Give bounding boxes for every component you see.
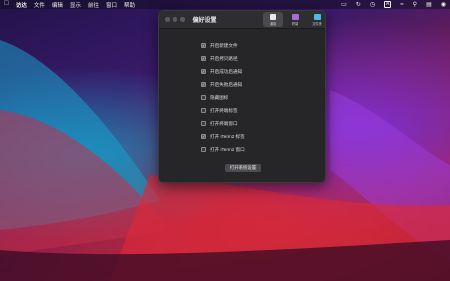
screen-mirror-icon[interactable]: ▭ bbox=[341, 2, 347, 8]
time-machine-icon[interactable]: ↻ bbox=[356, 2, 361, 8]
tab-folder-label: 文件夹 bbox=[312, 21, 322, 26]
keyboard-input-icon[interactable]: A bbox=[384, 1, 392, 8]
option-label: 打开终端标签 bbox=[210, 107, 238, 113]
checkbox[interactable]: ✓ bbox=[201, 43, 206, 48]
checkbox[interactable] bbox=[201, 147, 206, 152]
option-label: 打开 iTerm2 窗口 bbox=[210, 146, 245, 152]
option-label: 隐藏图标 bbox=[210, 94, 229, 100]
option-terminal-tab[interactable]: 打开终端标签 bbox=[201, 104, 325, 117]
apple-logo-icon[interactable]:  bbox=[4, 1, 9, 8]
traffic-lights bbox=[165, 17, 185, 22]
tab-terminal-label: 终端 bbox=[291, 21, 299, 26]
checkbox[interactable]: ✓ bbox=[201, 134, 206, 139]
wifi-icon[interactable]: ≈ bbox=[400, 2, 403, 8]
menu-view[interactable]: 显示 bbox=[70, 1, 81, 9]
checkbox[interactable]: ✓ bbox=[201, 56, 206, 61]
window-title: 偏好设置 bbox=[192, 18, 217, 24]
minimize-window-button[interactable] bbox=[172, 17, 177, 22]
clock-icon[interactable]: ◷ bbox=[370, 2, 375, 8]
window-titlebar: 偏好设置 通用 终端 文件夹 bbox=[159, 11, 325, 29]
close-window-button[interactable] bbox=[165, 17, 170, 22]
checkbox[interactable] bbox=[201, 121, 206, 126]
toolbar-tabs: 通用 终端 文件夹 bbox=[263, 12, 325, 27]
checkbox[interactable]: ✓ bbox=[201, 82, 206, 87]
option-label: 打开 iTerm2 标签 bbox=[210, 133, 245, 139]
option-iterm2-window[interactable]: 打开 iTerm2 窗口 bbox=[201, 143, 325, 156]
tab-folder[interactable]: 文件夹 bbox=[307, 12, 325, 27]
option-iterm2-tab[interactable]: ✓ 打开 iTerm2 标签 bbox=[201, 130, 325, 143]
option-label: 开启拷贝路径 bbox=[210, 55, 238, 61]
option-terminal-window[interactable]: 打开终端窗口 bbox=[201, 117, 325, 130]
checkbox[interactable]: ✓ bbox=[201, 69, 206, 74]
checkbox[interactable] bbox=[201, 95, 206, 100]
option-notify-success[interactable]: ✓ 开启成功后通知 bbox=[201, 65, 325, 78]
option-notify-failure[interactable]: ✓ 开启失败后通知 bbox=[201, 78, 325, 91]
preferences-window: 偏好设置 通用 终端 文件夹 ✓ 开启新建文件 ✓ 开启拷贝路径 ✓ 开启成功后… bbox=[158, 10, 326, 183]
options-list: ✓ 开启新建文件 ✓ 开启拷贝路径 ✓ 开启成功后通知 ✓ 开启失败后通知 隐藏… bbox=[159, 29, 325, 156]
checkbox[interactable] bbox=[201, 108, 206, 113]
tab-terminal[interactable]: 终端 bbox=[285, 12, 305, 27]
tab-general[interactable]: 通用 bbox=[263, 12, 283, 27]
option-new-file[interactable]: ✓ 开启新建文件 bbox=[201, 39, 325, 52]
control-center-icon[interactable]: ▤ bbox=[426, 2, 432, 8]
menu-bar:  访达 文件 编辑 显示 前往 窗口 帮助 ▭ ↻ ◷ A ≈ ⚲ ▤ ◉ bbox=[0, 0, 450, 9]
option-copy-path[interactable]: ✓ 开启拷贝路径 bbox=[201, 52, 325, 65]
terminal-icon bbox=[291, 13, 299, 20]
open-system-settings-button[interactable]: 打开系统设置 bbox=[225, 164, 261, 172]
option-label: 开启新建文件 bbox=[210, 42, 238, 48]
option-label: 开启成功后通知 bbox=[210, 68, 243, 74]
menu-help[interactable]: 帮助 bbox=[124, 1, 135, 9]
tab-general-label: 通用 bbox=[269, 21, 277, 26]
option-hide-icon[interactable]: 隐藏图标 bbox=[201, 91, 325, 104]
siri-icon[interactable]: ◉ bbox=[441, 2, 446, 8]
menu-finder[interactable]: 访达 bbox=[16, 1, 27, 9]
search-icon[interactable]: ⚲ bbox=[413, 2, 417, 8]
menu-edit[interactable]: 编辑 bbox=[52, 1, 63, 9]
folder-icon bbox=[313, 13, 321, 20]
zoom-window-button[interactable] bbox=[180, 17, 185, 22]
menu-window[interactable]: 窗口 bbox=[106, 1, 117, 9]
menu-go[interactable]: 前往 bbox=[88, 1, 99, 9]
option-label: 打开终端窗口 bbox=[210, 120, 238, 126]
option-label: 开启失败后通知 bbox=[210, 81, 243, 87]
general-icon bbox=[270, 13, 276, 20]
menu-file[interactable]: 文件 bbox=[34, 1, 45, 9]
